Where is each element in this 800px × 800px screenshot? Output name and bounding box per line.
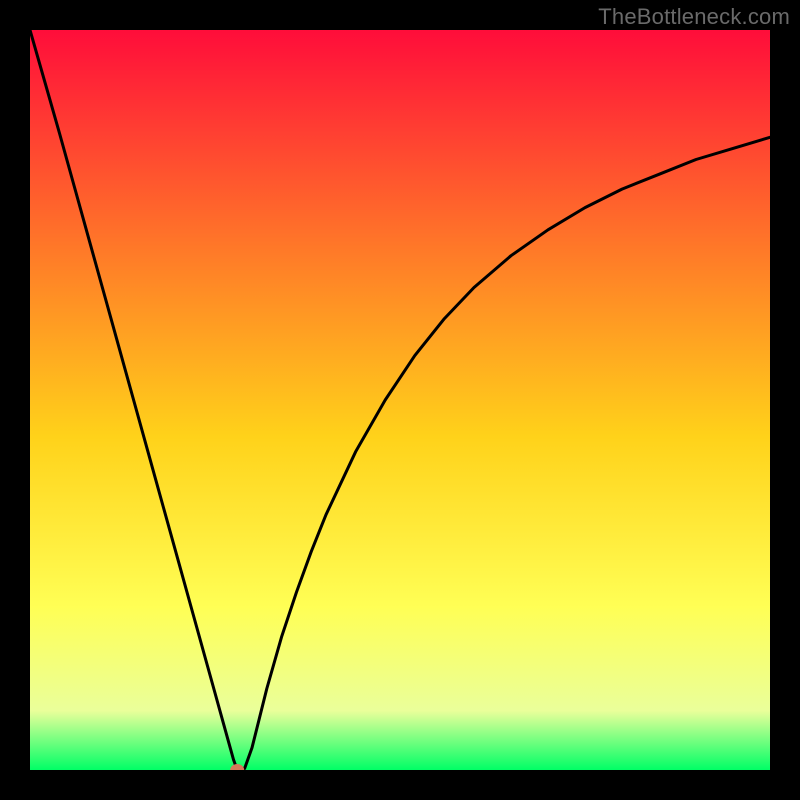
bottleneck-chart	[30, 30, 770, 770]
plot-area	[30, 30, 770, 770]
attribution-label: TheBottleneck.com	[598, 4, 790, 30]
chart-container: TheBottleneck.com	[0, 0, 800, 800]
gradient-background	[30, 30, 770, 770]
